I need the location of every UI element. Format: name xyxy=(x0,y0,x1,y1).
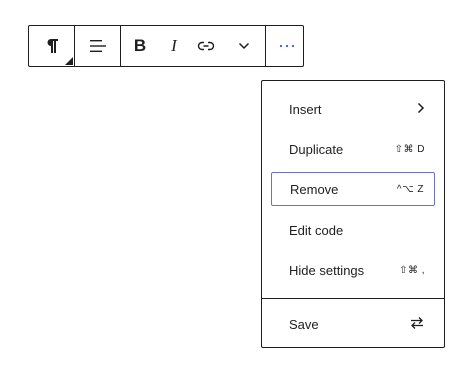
block-toolbar: B I xyxy=(28,25,304,67)
bold-button[interactable]: B xyxy=(121,26,159,66)
menu-item-label: Remove xyxy=(290,181,339,197)
chevron-right-icon xyxy=(417,102,425,117)
link-button[interactable] xyxy=(189,26,223,66)
sync-arrows-icon xyxy=(409,316,425,333)
menu-item-insert[interactable]: Insert xyxy=(271,92,435,126)
alignment-group xyxy=(75,26,121,66)
menu-item-edit-code[interactable]: Edit code xyxy=(271,213,435,247)
menu-item-label: Hide settings xyxy=(289,262,365,278)
chevron-down-icon xyxy=(238,42,250,50)
link-icon xyxy=(197,40,215,52)
italic-button[interactable]: I xyxy=(159,26,189,66)
menu-item-remove[interactable]: Remove ^⌥ Z xyxy=(271,172,435,206)
align-left-icon xyxy=(88,38,108,54)
bold-label: B xyxy=(133,36,147,55)
menu-item-label: Edit code xyxy=(289,222,344,238)
pilcrow-icon xyxy=(45,38,59,54)
block-switcher-group xyxy=(29,26,75,66)
options-button[interactable] xyxy=(266,26,308,66)
menu-item-label: Insert xyxy=(289,101,322,117)
align-button[interactable] xyxy=(75,26,120,66)
block-options-menu: Insert Duplicate ⇧⌘ D Remove ^⌥ Z Edit c… xyxy=(261,80,445,348)
menu-item-hide-settings[interactable]: Hide settings ⇧⌘ , xyxy=(271,253,435,287)
menu-item-label: Duplicate xyxy=(289,141,344,157)
more-horizontal-icon xyxy=(278,44,296,48)
menu-divider xyxy=(262,298,444,299)
italic-label: I xyxy=(171,36,177,55)
options-group xyxy=(266,26,308,66)
menu-item-shortcut: ⇧⌘ D xyxy=(394,143,425,155)
block-switcher-indicator xyxy=(65,57,73,65)
format-group: B I xyxy=(121,26,266,66)
menu-item-label: Save xyxy=(289,316,319,332)
menu-item-duplicate[interactable]: Duplicate ⇧⌘ D xyxy=(271,132,435,166)
menu-item-shortcut: ^⌥ Z xyxy=(396,183,424,195)
more-rich-text-button[interactable] xyxy=(223,26,265,66)
menu-item-shortcut: ⇧⌘ , xyxy=(399,264,425,276)
paragraph-block-button[interactable] xyxy=(29,26,74,66)
menu-item-save[interactable]: Save xyxy=(271,307,435,341)
